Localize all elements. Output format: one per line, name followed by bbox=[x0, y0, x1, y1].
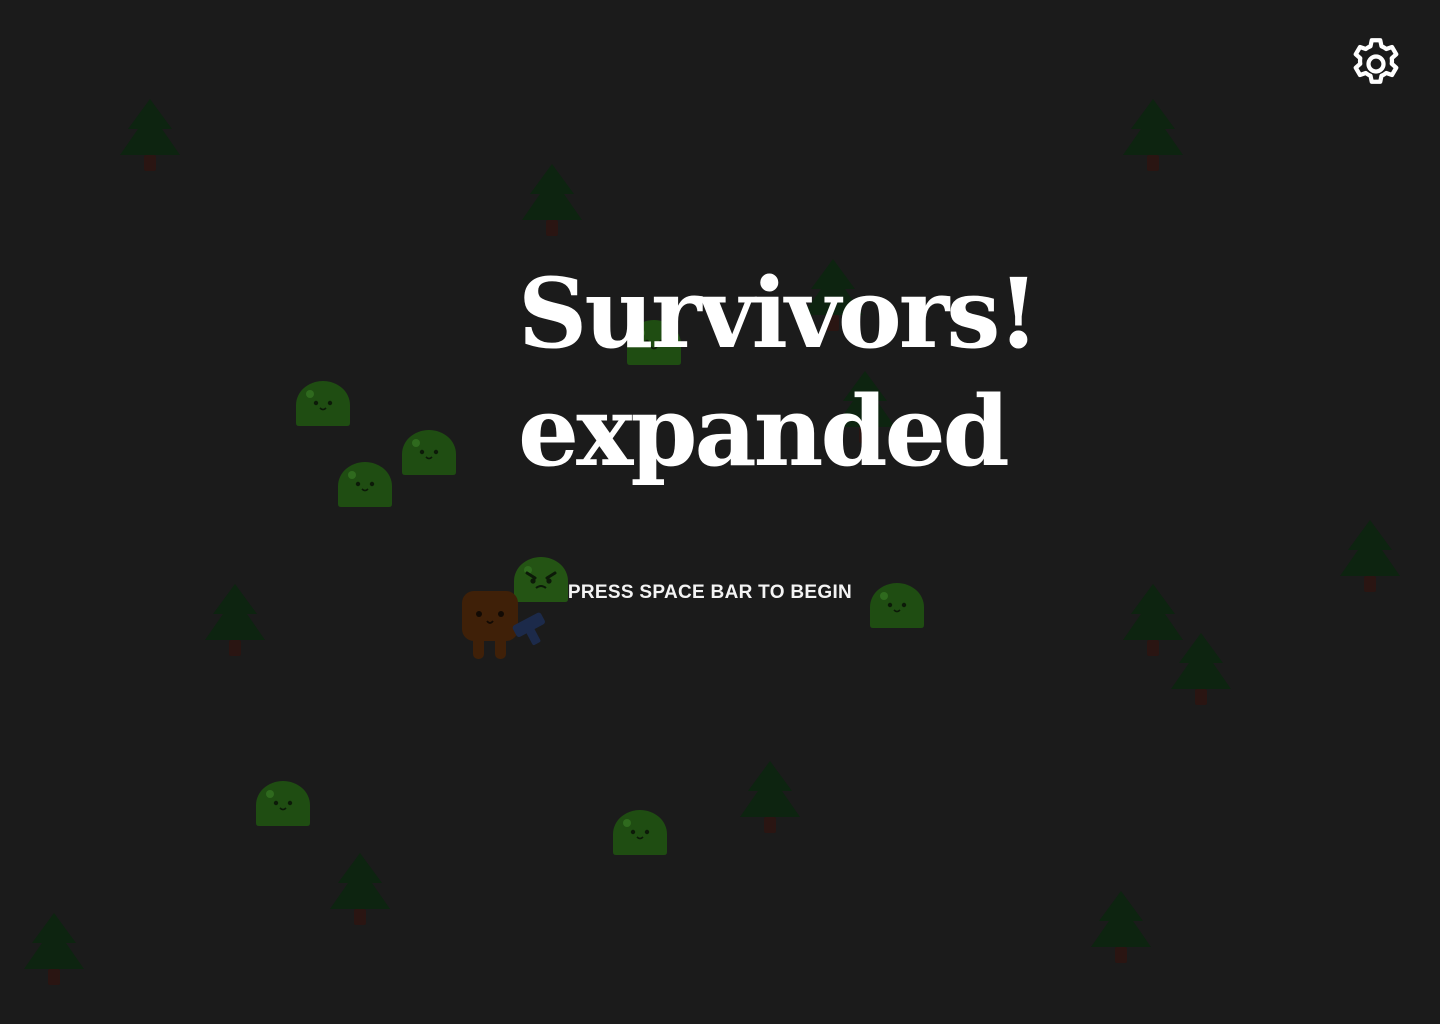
slime-enemy bbox=[402, 430, 456, 475]
pine-tree bbox=[24, 913, 84, 985]
slime-enemy bbox=[338, 462, 392, 507]
game-title: Survivors! expanded bbox=[518, 255, 1040, 491]
slime-enemy bbox=[256, 781, 310, 826]
pine-tree bbox=[1091, 891, 1151, 963]
pine-tree bbox=[522, 164, 582, 236]
pine-tree bbox=[740, 761, 800, 833]
pine-tree bbox=[1171, 633, 1231, 705]
settings-button[interactable] bbox=[1346, 34, 1406, 94]
slime-enemy bbox=[296, 381, 350, 426]
game-screen: Survivors! expanded PRESS SPACE BAR TO B… bbox=[0, 0, 1440, 1024]
slime-enemy bbox=[613, 810, 667, 855]
gear-icon bbox=[1353, 38, 1399, 84]
pine-tree bbox=[330, 853, 390, 925]
title-line-1: Survivors! bbox=[518, 257, 1040, 370]
pine-tree bbox=[1123, 99, 1183, 171]
game-world bbox=[24, 99, 1400, 985]
start-prompt: PRESS SPACE BAR TO BEGIN bbox=[567, 582, 853, 603]
title-line-2: expanded bbox=[518, 375, 1010, 488]
pine-tree bbox=[120, 99, 180, 171]
